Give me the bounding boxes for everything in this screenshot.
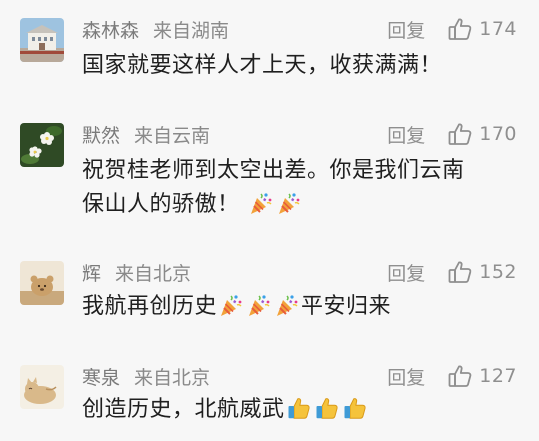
like-icon[interactable] [447, 121, 473, 147]
thumbs-up-icon [286, 395, 312, 421]
comment-text-content: 平安归来 [301, 294, 392, 319]
avatar[interactable] [20, 261, 64, 305]
location-label: 来自北京 [115, 262, 192, 285]
comment-item: 默然 来自云南 回复 170 祝贺桂老师到太空出差。你是我们云南 保山人的骄傲！ [0, 119, 539, 229]
avatar[interactable] [20, 123, 64, 167]
comment-meta: 寒泉 来自北京 [82, 361, 210, 391]
thumbs-up-icon [314, 395, 340, 421]
avatar-flower-image [20, 123, 64, 167]
username[interactable]: 辉 [82, 259, 101, 286]
thumbs-up-icon [342, 395, 368, 421]
comment-item: 辉 来自北京 回复 152 我航再创历史 平安归来 [0, 257, 539, 337]
comment-actions: 回复 127 [387, 361, 517, 391]
comment-meta: 森林森 来自湖南 [82, 14, 229, 44]
avatar-bear-image [20, 261, 64, 305]
avatar-building-image [20, 18, 64, 62]
like-icon[interactable] [447, 16, 473, 42]
comment-meta: 默然 来自云南 [82, 119, 210, 149]
avatar[interactable] [20, 18, 64, 62]
reply-button[interactable]: 回复 [387, 121, 425, 148]
location-label: 来自云南 [134, 124, 211, 147]
comment-actions: 回复 152 [387, 257, 517, 287]
comment-text: 创造历史，北航威武 [82, 393, 512, 427]
username[interactable]: 森林森 [82, 16, 139, 43]
username[interactable]: 寒泉 [82, 363, 120, 390]
location-label: 来自湖南 [153, 19, 230, 42]
location-label: 来自北京 [134, 366, 211, 389]
comment-text-line: 保山人的骄傲！ [82, 188, 512, 222]
comment-text-line: 祝贺桂老师到太空出差。你是我们云南 [82, 158, 465, 183]
comment-text: 国家就要这样人才上天，收获满满！ [82, 49, 512, 83]
like-count: 127 [479, 365, 517, 387]
party-popper-icon [274, 292, 300, 318]
avatar-cat-image [20, 365, 64, 409]
reply-button[interactable]: 回复 [387, 259, 425, 286]
party-popper-icon [248, 190, 274, 216]
party-popper-icon [246, 292, 272, 318]
like-count: 170 [479, 123, 517, 145]
party-popper-icon [218, 292, 244, 318]
comment-list: 森林森 来自湖南 回复 174 国家就要这样人才上天，收获满满！ 默然 来自云南… [0, 0, 539, 441]
comment-text: 我航再创历史 平安归来 [82, 290, 512, 324]
comment-meta: 辉 来自北京 [82, 257, 191, 287]
like-icon[interactable] [447, 363, 473, 389]
party-popper-icon [276, 190, 302, 216]
comment-text-content: 国家就要这样人才上天，收获满满！ [82, 53, 443, 78]
like-icon[interactable] [447, 259, 473, 285]
comment-actions: 回复 174 [387, 14, 517, 44]
comment-text-content: 我航再创历史 [82, 294, 218, 319]
avatar[interactable] [20, 365, 64, 409]
comment-text-content: 保山人的骄傲！ [82, 192, 240, 217]
comment-text-content: 创造历史，北航威武 [82, 397, 285, 422]
like-count: 174 [479, 18, 517, 40]
like-count: 152 [479, 261, 517, 283]
reply-button[interactable]: 回复 [387, 16, 425, 43]
username[interactable]: 默然 [82, 121, 120, 148]
comment-item: 森林森 来自湖南 回复 174 国家就要这样人才上天，收获满满！ [0, 14, 539, 94]
comment-text: 祝贺桂老师到太空出差。你是我们云南 保山人的骄傲！ [82, 154, 512, 222]
reply-button[interactable]: 回复 [387, 363, 425, 390]
comment-actions: 回复 170 [387, 119, 517, 149]
comment-item: 寒泉 来自北京 回复 127 创造历史，北航威武 [0, 361, 539, 441]
